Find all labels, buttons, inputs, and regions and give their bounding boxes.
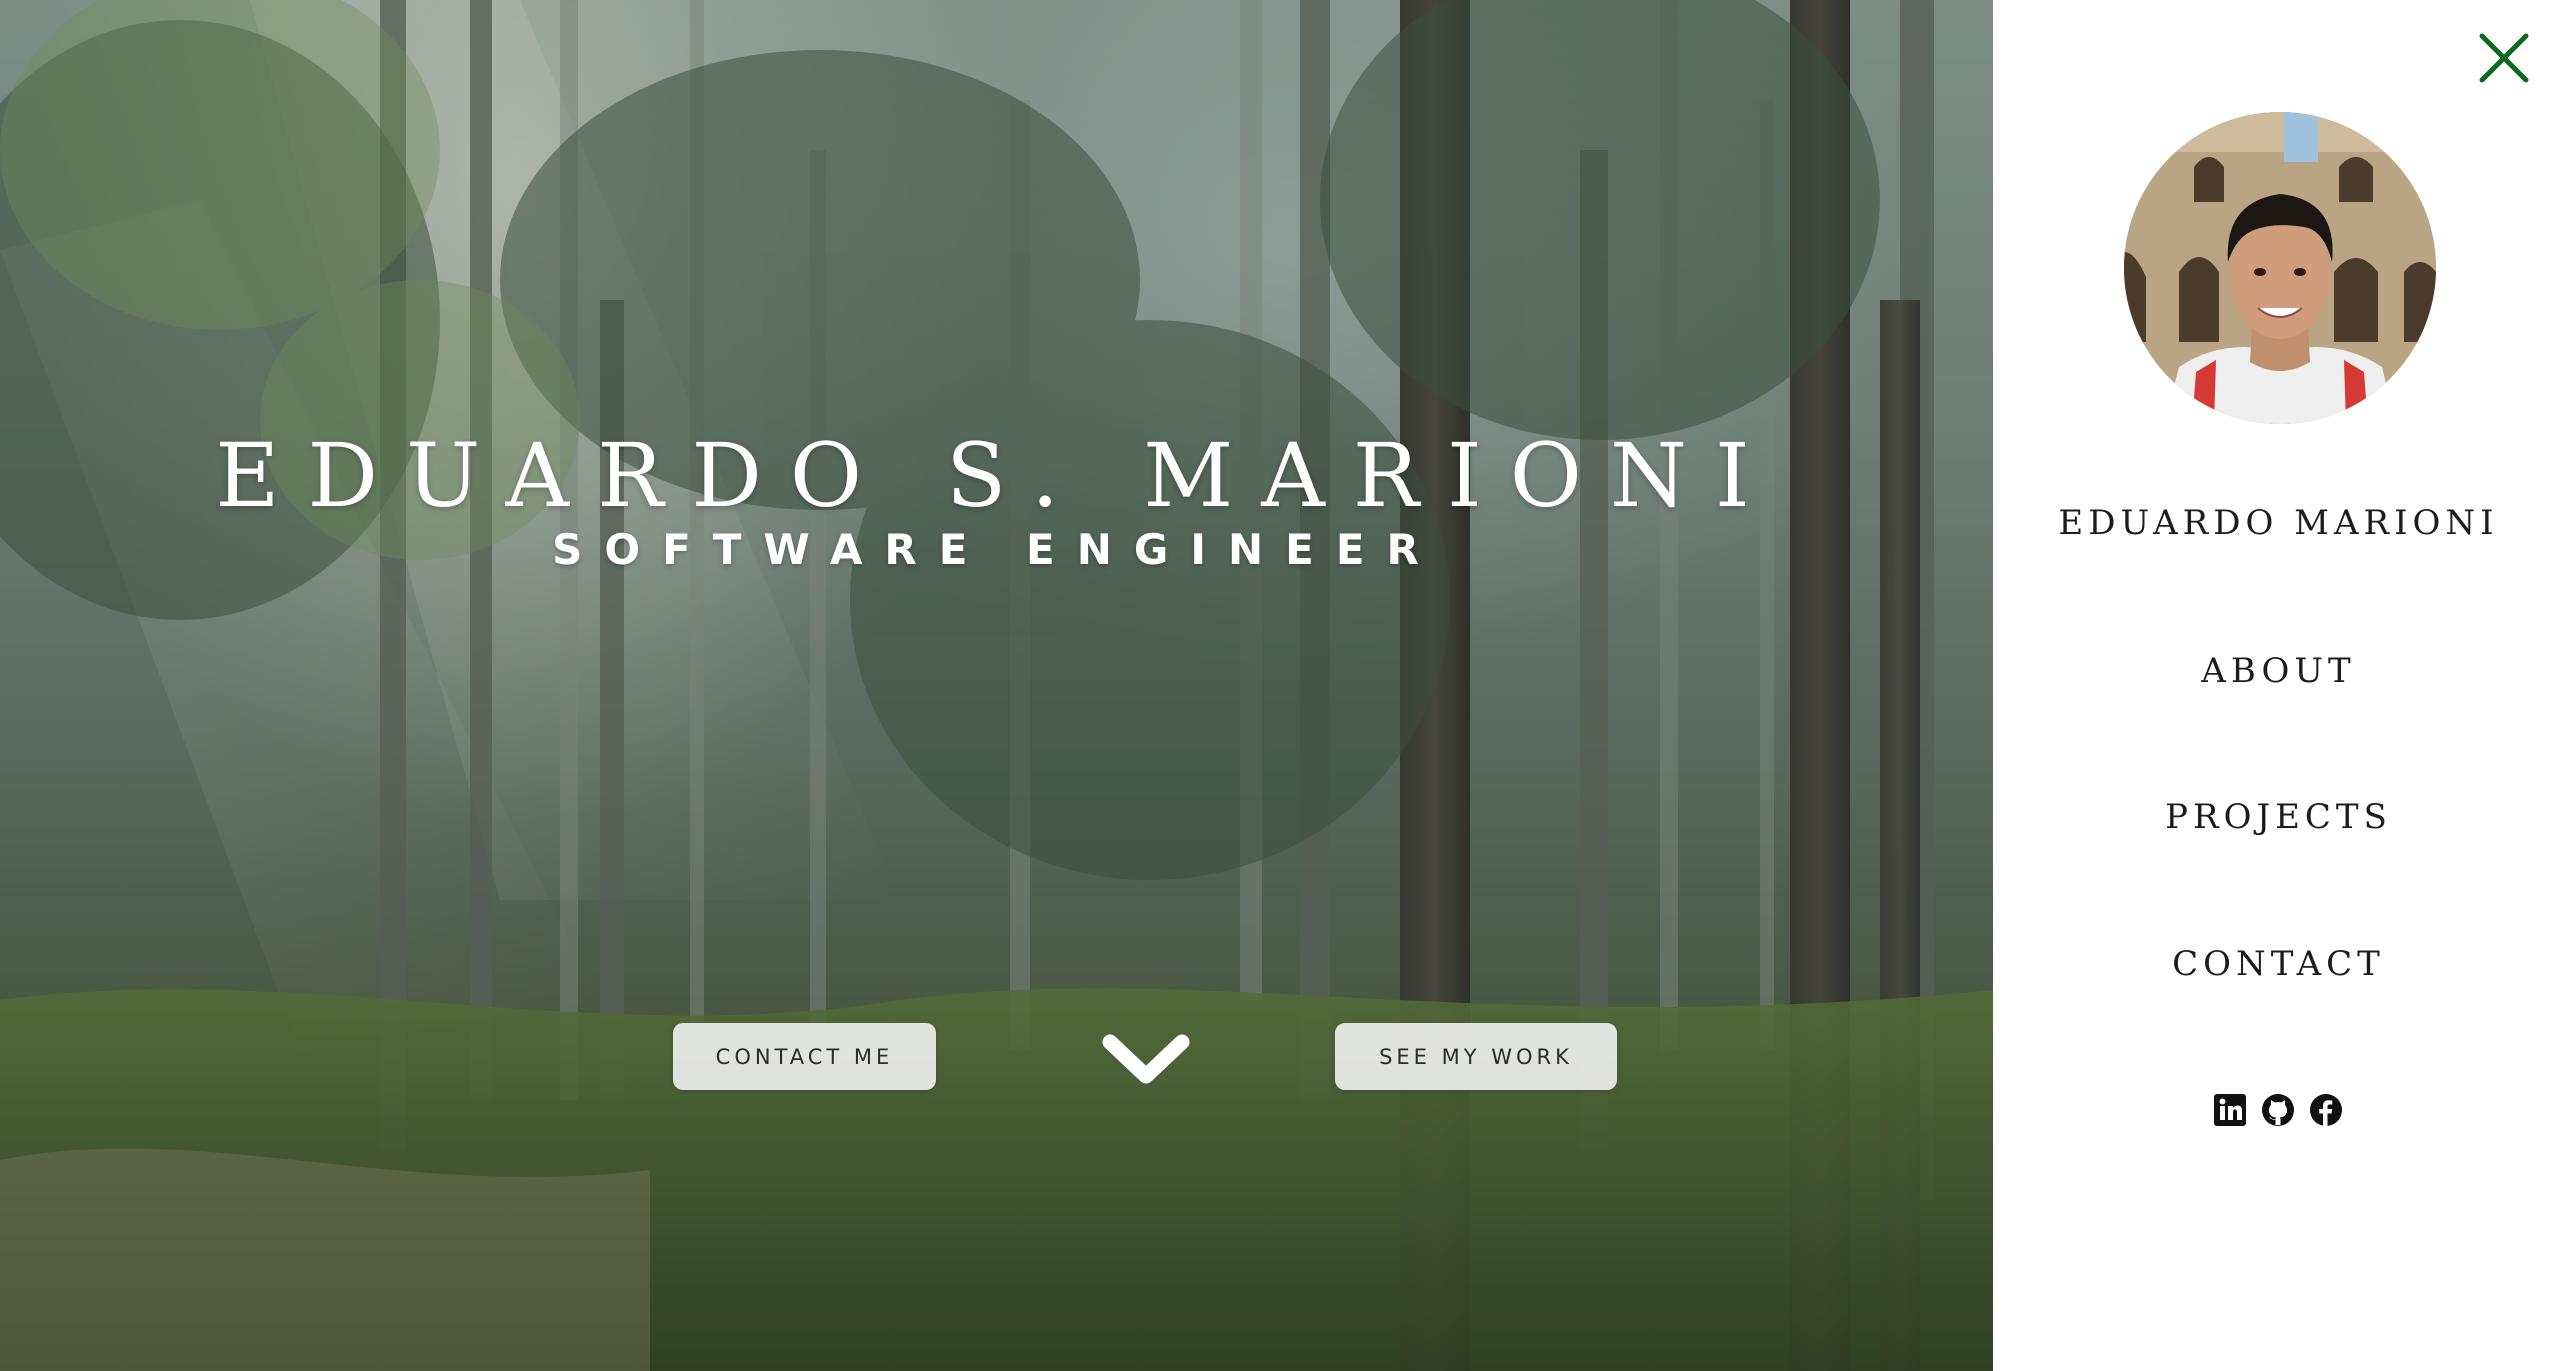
chevron-down-icon[interactable]: [1100, 1030, 1192, 1086]
avatar: [2124, 112, 2436, 424]
menu-item-name[interactable]: EDUARDO MARIONI: [1993, 503, 2564, 543]
facebook-icon[interactable]: [2308, 1092, 2344, 1128]
github-icon[interactable]: [2260, 1092, 2296, 1128]
linkedin-icon[interactable]: [2212, 1092, 2248, 1128]
hero-subtitle: SOFTWARE ENGINEER: [552, 525, 1441, 574]
hero-title: EDUARDO S. MARIONI: [215, 423, 1778, 527]
hero-section: EDUARDO S. MARIONI SOFTWARE ENGINEER CON…: [0, 0, 1993, 1371]
menu-item-contact[interactable]: CONTACT: [1993, 944, 2564, 984]
social-links: [2212, 1092, 2344, 1128]
menu-item-about[interactable]: ABOUT: [1993, 651, 2564, 691]
hero-overlay: [0, 0, 1993, 1371]
close-icon[interactable]: [2476, 30, 2532, 86]
see-my-work-button[interactable]: SEE MY WORK: [1335, 1023, 1617, 1090]
contact-me-button[interactable]: CONTACT ME: [673, 1023, 936, 1090]
menu-item-projects[interactable]: PROJECTS: [1993, 797, 2564, 837]
